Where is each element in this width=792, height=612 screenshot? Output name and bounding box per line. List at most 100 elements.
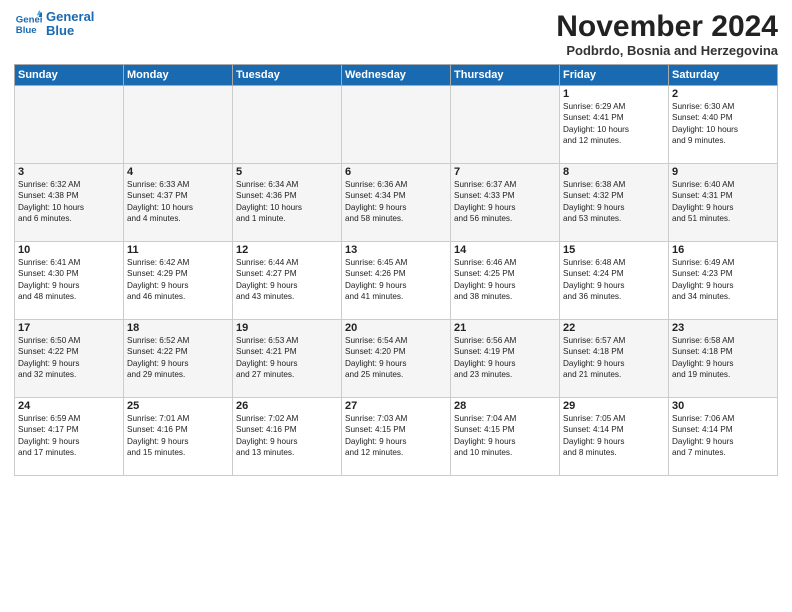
day-cell: 26Sunrise: 7:02 AMSunset: 4:16 PMDayligh… [233,398,342,476]
calendar-table: SundayMondayTuesdayWednesdayThursdayFrid… [14,64,778,476]
logo-line2: Blue [46,24,94,38]
day-number: 1 [563,88,665,100]
day-cell: 11Sunrise: 6:42 AMSunset: 4:29 PMDayligh… [124,242,233,320]
day-cell: 18Sunrise: 6:52 AMSunset: 4:22 PMDayligh… [124,320,233,398]
day-number: 9 [672,166,774,178]
day-number: 30 [672,400,774,412]
day-cell: 8Sunrise: 6:38 AMSunset: 4:32 PMDaylight… [560,164,669,242]
svg-text:General: General [16,15,42,26]
header-row: SundayMondayTuesdayWednesdayThursdayFrid… [15,65,778,86]
col-header-thursday: Thursday [451,65,560,86]
day-number: 14 [454,244,556,256]
day-number: 3 [18,166,120,178]
title-block: November 2024 Podbrdo, Bosnia and Herzeg… [556,10,778,58]
week-row-2: 3Sunrise: 6:32 AMSunset: 4:38 PMDaylight… [15,164,778,242]
day-cell: 12Sunrise: 6:44 AMSunset: 4:27 PMDayligh… [233,242,342,320]
day-cell: 13Sunrise: 6:45 AMSunset: 4:26 PMDayligh… [342,242,451,320]
day-info: Sunrise: 7:05 AMSunset: 4:14 PMDaylight:… [563,413,665,459]
week-row-5: 24Sunrise: 6:59 AMSunset: 4:17 PMDayligh… [15,398,778,476]
day-info: Sunrise: 7:04 AMSunset: 4:15 PMDaylight:… [454,413,556,459]
day-cell: 20Sunrise: 6:54 AMSunset: 4:20 PMDayligh… [342,320,451,398]
day-info: Sunrise: 6:44 AMSunset: 4:27 PMDaylight:… [236,257,338,303]
day-cell: 9Sunrise: 6:40 AMSunset: 4:31 PMDaylight… [669,164,778,242]
day-info: Sunrise: 6:49 AMSunset: 4:23 PMDaylight:… [672,257,774,303]
day-cell: 28Sunrise: 7:04 AMSunset: 4:15 PMDayligh… [451,398,560,476]
day-info: Sunrise: 6:50 AMSunset: 4:22 PMDaylight:… [18,335,120,381]
day-cell: 23Sunrise: 6:58 AMSunset: 4:18 PMDayligh… [669,320,778,398]
day-cell: 7Sunrise: 6:37 AMSunset: 4:33 PMDaylight… [451,164,560,242]
col-header-saturday: Saturday [669,65,778,86]
day-cell: 4Sunrise: 6:33 AMSunset: 4:37 PMDaylight… [124,164,233,242]
day-number: 11 [127,244,229,256]
week-row-4: 17Sunrise: 6:50 AMSunset: 4:22 PMDayligh… [15,320,778,398]
day-info: Sunrise: 6:40 AMSunset: 4:31 PMDaylight:… [672,179,774,225]
day-info: Sunrise: 6:54 AMSunset: 4:20 PMDaylight:… [345,335,447,381]
week-row-1: 1Sunrise: 6:29 AMSunset: 4:41 PMDaylight… [15,86,778,164]
day-number: 4 [127,166,229,178]
day-number: 23 [672,322,774,334]
day-cell: 17Sunrise: 6:50 AMSunset: 4:22 PMDayligh… [15,320,124,398]
day-number: 13 [345,244,447,256]
day-info: Sunrise: 6:45 AMSunset: 4:26 PMDaylight:… [345,257,447,303]
day-info: Sunrise: 6:38 AMSunset: 4:32 PMDaylight:… [563,179,665,225]
day-info: Sunrise: 6:52 AMSunset: 4:22 PMDaylight:… [127,335,229,381]
day-number: 22 [563,322,665,334]
col-header-wednesday: Wednesday [342,65,451,86]
day-number: 25 [127,400,229,412]
day-number: 27 [345,400,447,412]
col-header-monday: Monday [124,65,233,86]
day-info: Sunrise: 6:56 AMSunset: 4:19 PMDaylight:… [454,335,556,381]
day-number: 16 [672,244,774,256]
day-number: 12 [236,244,338,256]
day-number: 28 [454,400,556,412]
col-header-friday: Friday [560,65,669,86]
day-info: Sunrise: 6:30 AMSunset: 4:40 PMDaylight:… [672,101,774,147]
day-cell: 29Sunrise: 7:05 AMSunset: 4:14 PMDayligh… [560,398,669,476]
day-number: 20 [345,322,447,334]
week-row-3: 10Sunrise: 6:41 AMSunset: 4:30 PMDayligh… [15,242,778,320]
day-number: 21 [454,322,556,334]
day-info: Sunrise: 6:57 AMSunset: 4:18 PMDaylight:… [563,335,665,381]
day-number: 2 [672,88,774,100]
day-number: 8 [563,166,665,178]
day-cell: 22Sunrise: 6:57 AMSunset: 4:18 PMDayligh… [560,320,669,398]
day-cell: 27Sunrise: 7:03 AMSunset: 4:15 PMDayligh… [342,398,451,476]
calendar-page: General Blue General Blue November 2024 … [0,0,792,612]
day-info: Sunrise: 6:34 AMSunset: 4:36 PMDaylight:… [236,179,338,225]
day-cell [233,86,342,164]
day-cell: 1Sunrise: 6:29 AMSunset: 4:41 PMDaylight… [560,86,669,164]
day-cell: 19Sunrise: 6:53 AMSunset: 4:21 PMDayligh… [233,320,342,398]
location: Podbrdo, Bosnia and Herzegovina [556,43,778,58]
day-info: Sunrise: 6:41 AMSunset: 4:30 PMDaylight:… [18,257,120,303]
day-cell [124,86,233,164]
day-info: Sunrise: 7:02 AMSunset: 4:16 PMDaylight:… [236,413,338,459]
day-cell: 16Sunrise: 6:49 AMSunset: 4:23 PMDayligh… [669,242,778,320]
day-cell [15,86,124,164]
day-info: Sunrise: 6:33 AMSunset: 4:37 PMDaylight:… [127,179,229,225]
day-info: Sunrise: 7:01 AMSunset: 4:16 PMDaylight:… [127,413,229,459]
header: General Blue General Blue November 2024 … [14,10,778,58]
day-number: 5 [236,166,338,178]
day-cell: 25Sunrise: 7:01 AMSunset: 4:16 PMDayligh… [124,398,233,476]
logo-line1: General [46,10,94,24]
day-cell: 2Sunrise: 6:30 AMSunset: 4:40 PMDaylight… [669,86,778,164]
day-info: Sunrise: 6:59 AMSunset: 4:17 PMDaylight:… [18,413,120,459]
day-cell: 10Sunrise: 6:41 AMSunset: 4:30 PMDayligh… [15,242,124,320]
col-header-tuesday: Tuesday [233,65,342,86]
col-header-sunday: Sunday [15,65,124,86]
day-cell: 14Sunrise: 6:46 AMSunset: 4:25 PMDayligh… [451,242,560,320]
day-info: Sunrise: 6:46 AMSunset: 4:25 PMDaylight:… [454,257,556,303]
day-number: 18 [127,322,229,334]
day-number: 15 [563,244,665,256]
day-cell: 3Sunrise: 6:32 AMSunset: 4:38 PMDaylight… [15,164,124,242]
day-cell: 5Sunrise: 6:34 AMSunset: 4:36 PMDaylight… [233,164,342,242]
day-info: Sunrise: 7:06 AMSunset: 4:14 PMDaylight:… [672,413,774,459]
day-info: Sunrise: 7:03 AMSunset: 4:15 PMDaylight:… [345,413,447,459]
day-number: 17 [18,322,120,334]
logo-icon: General Blue [14,10,42,38]
day-number: 29 [563,400,665,412]
day-cell [342,86,451,164]
svg-text:Blue: Blue [16,25,37,36]
day-info: Sunrise: 6:37 AMSunset: 4:33 PMDaylight:… [454,179,556,225]
day-number: 6 [345,166,447,178]
